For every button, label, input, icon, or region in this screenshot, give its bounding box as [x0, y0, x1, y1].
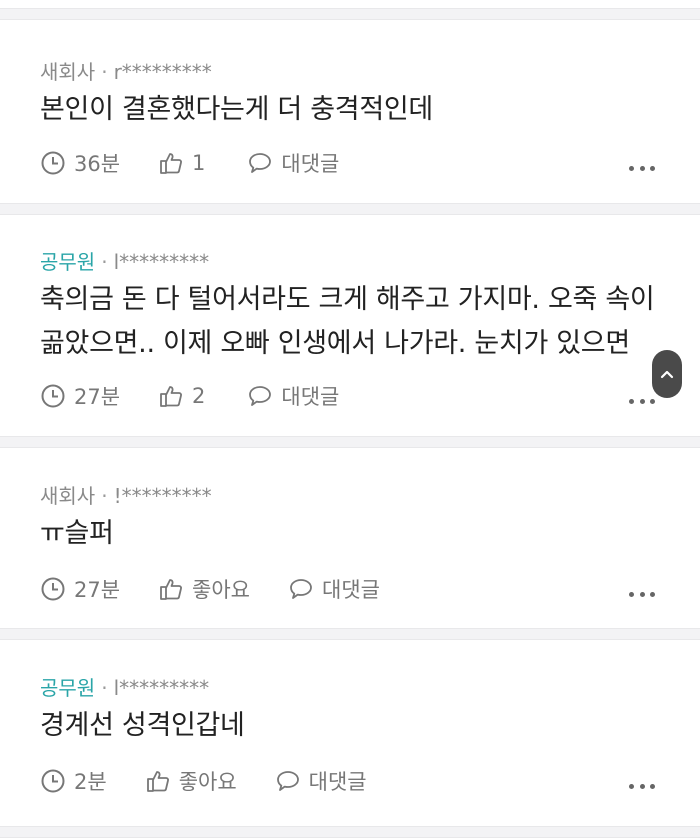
comment-footer: 27분 2 대댓글 [40, 379, 339, 413]
comment-line: 경계선 성격인갑네 [40, 710, 245, 741]
section-divider [0, 628, 700, 640]
author-job[interactable]: 새회사 [40, 60, 95, 84]
more-dots-icon[interactable] [629, 164, 655, 172]
meta-dot: · [101, 676, 108, 700]
reply-label: 대댓글 [308, 770, 367, 794]
time-text: 27분 [74, 578, 121, 602]
comment-line: 본인이 결혼했다는게 더 충격적인데 [40, 94, 433, 125]
more-dots-icon[interactable] [629, 590, 655, 598]
author-id: l********* [113, 250, 210, 274]
section-divider [0, 436, 700, 448]
time-stamp: 36분 [40, 148, 120, 178]
scroll-top-button[interactable] [652, 350, 682, 398]
reply-label: 대댓글 [281, 152, 340, 176]
time-text: 27분 [74, 385, 121, 409]
reply-label: 대댓글 [281, 385, 340, 409]
comment-text: 본인이 결혼했다는게 더 충격적인데 [40, 88, 433, 132]
time-stamp: 27분 [40, 381, 120, 411]
author-job[interactable]: 공무원 [40, 250, 95, 274]
clock-icon [41, 151, 65, 175]
time-text: 2분 [74, 770, 107, 794]
reply-button[interactable]: 대댓글 [247, 148, 339, 178]
comment-footer: 27분 좋아요 대댓글 [40, 572, 380, 606]
comment-text: 경계선 성격인갑네 [40, 704, 245, 748]
author-id: r********* [113, 60, 212, 84]
comment-footer: 2분 좋아요 대댓글 [40, 764, 367, 798]
comment-line: 축의금 돈 다 털어서라도 크게 해주고 가지마. 오죽 속이 [40, 284, 655, 315]
meta-dot: · [101, 484, 108, 508]
author-id: !********* [113, 484, 212, 508]
section-divider [0, 8, 700, 20]
comment-text: 축의금 돈 다 털어서라도 크게 해주고 가지마. 오죽 속이 곪았으면.. 이… [40, 278, 655, 366]
meta-dot: · [101, 250, 108, 274]
thumbs-up-icon [160, 386, 182, 407]
like-count: 1 [192, 151, 206, 175]
author-id: l********* [113, 676, 210, 700]
thumbs-up-icon [146, 771, 169, 792]
reply-button[interactable]: 대댓글 [247, 381, 339, 411]
clock-icon [41, 384, 65, 408]
speech-bubble-icon [249, 153, 272, 173]
clock-icon [41, 769, 65, 793]
speech-bubble-icon [249, 386, 272, 406]
thumbs-up-icon [160, 579, 182, 600]
like-button[interactable]: 좋아요 [145, 766, 237, 796]
comment-line: 곪았으면.. 이제 오빠 인생에서 나가라. 눈치가 있으면 [40, 328, 630, 359]
like-label: 좋아요 [178, 770, 237, 794]
section-divider [0, 203, 700, 215]
comment-meta: 공무원 · l********* [40, 246, 209, 275]
author-job[interactable]: 새회사 [40, 484, 95, 508]
like-label: 좋아요 [192, 578, 251, 602]
like-count: 2 [192, 384, 206, 408]
speech-bubble-icon [276, 771, 299, 791]
author-job[interactable]: 공무원 [40, 676, 95, 700]
chevron-up-icon [660, 370, 674, 379]
comment-line: ㅠ슬퍼 [40, 518, 114, 549]
like-button[interactable]: 1 [158, 150, 205, 176]
comment-meta: 새회사 · !********* [40, 480, 212, 509]
like-button[interactable]: 좋아요 [158, 574, 250, 604]
meta-dot: · [101, 60, 108, 84]
time-text: 36분 [74, 152, 121, 176]
reply-button[interactable]: 대댓글 [275, 766, 367, 796]
comment-meta: 새회사 · r********* [40, 56, 212, 85]
speech-bubble-icon [290, 579, 312, 599]
more-dots-icon[interactable] [629, 782, 655, 790]
like-button[interactable]: 2 [158, 383, 205, 409]
comment-footer: 36분 1 대댓글 [40, 146, 339, 180]
section-divider [0, 826, 700, 838]
clock-icon [41, 577, 65, 601]
reply-label: 대댓글 [322, 578, 380, 602]
comment-meta: 공무원 · l********* [40, 672, 209, 701]
time-stamp: 27분 [40, 574, 120, 604]
more-dots-icon[interactable] [629, 397, 655, 405]
comment-text: ㅠ슬퍼 [40, 512, 114, 556]
thumbs-up-icon [160, 153, 182, 174]
time-stamp: 2분 [40, 766, 107, 796]
reply-button[interactable]: 대댓글 [288, 574, 380, 604]
